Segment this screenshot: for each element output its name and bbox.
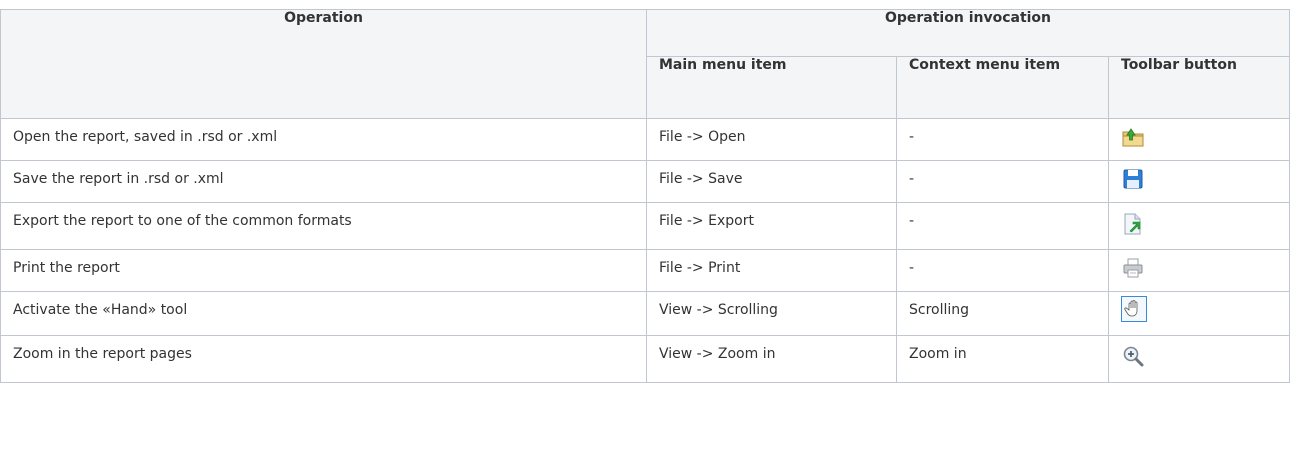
toolbar-button-cell — [1108, 335, 1290, 383]
export-document-icon — [1124, 213, 1141, 235]
table-row: Export the report to one of the common f… — [0, 202, 1290, 250]
save-disk-icon — [1123, 169, 1143, 189]
zoom-in-icon — [1123, 346, 1144, 367]
main-menu-cell: View -> Scrolling — [646, 291, 897, 336]
operation-cell: Zoom in the report pages — [0, 335, 647, 383]
operations-table: Operation Operation invocation Main menu… — [0, 9, 1290, 383]
table-row: Zoom in the report pages View -> Zoom in… — [0, 335, 1290, 383]
context-menu-cell: - — [896, 202, 1109, 250]
table-row: Open the report, saved in .rsd or .xml F… — [0, 118, 1290, 161]
operation-cell: Save the report in .rsd or .xml — [0, 160, 647, 203]
main-menu-cell: File -> Open — [646, 118, 897, 161]
toolbar-button-cell — [1108, 291, 1290, 336]
context-menu-cell: - — [896, 249, 1109, 292]
main-menu-cell: View -> Zoom in — [646, 335, 897, 383]
toolbar-button-cell — [1108, 118, 1290, 161]
toolbar-button-cell — [1108, 249, 1290, 292]
operation-cell: Print the report — [0, 249, 647, 292]
operation-cell: Activate the «Hand» tool — [0, 291, 647, 336]
toolbar-button-cell — [1108, 160, 1290, 203]
main-menu-cell: File -> Print — [646, 249, 897, 292]
table-row: Activate the «Hand» tool View -> Scrolli… — [0, 291, 1290, 336]
printer-icon — [1123, 258, 1143, 278]
header-main-menu-item: Main menu item — [646, 56, 897, 119]
toolbar-button-cell — [1108, 202, 1290, 250]
hand-icon — [1121, 296, 1147, 322]
operation-cell: Export the report to one of the common f… — [0, 202, 647, 250]
table-header-row: Operation Operation invocation — [0, 9, 1290, 119]
header-operation: Operation — [0, 9, 647, 119]
operation-cell: Open the report, saved in .rsd or .xml — [0, 118, 647, 161]
header-toolbar-button: Toolbar button — [1108, 56, 1290, 119]
context-menu-cell: Scrolling — [896, 291, 1109, 336]
header-context-menu-item: Context menu item — [896, 56, 1109, 119]
header-operation-invocation: Operation invocation — [646, 9, 1290, 57]
open-folder-icon — [1122, 128, 1144, 147]
main-menu-cell: File -> Save — [646, 160, 897, 203]
context-menu-cell: - — [896, 160, 1109, 203]
table-row: Save the report in .rsd or .xml File -> … — [0, 160, 1290, 203]
context-menu-cell: Zoom in — [896, 335, 1109, 383]
main-menu-cell: File -> Export — [646, 202, 897, 250]
context-menu-cell: - — [896, 118, 1109, 161]
table-row: Print the report File -> Print - — [0, 249, 1290, 292]
